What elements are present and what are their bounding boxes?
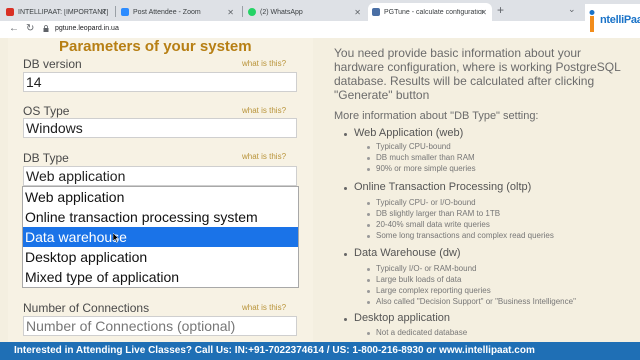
reload-icon[interactable]: ↻ (26, 23, 34, 34)
category-web: Web Application (web) (354, 127, 464, 139)
bullet-text: Not a dedicated database (376, 328, 468, 337)
logo-mark-icon (589, 10, 595, 32)
bullet-text: Typically CPU- or I/O-bound (376, 198, 476, 207)
connections-input[interactable]: Number of Connections (optional) (23, 316, 297, 336)
db-version-label: DB version (23, 57, 82, 71)
db-type-label: DB Type (23, 151, 69, 165)
close-icon[interactable]: ✕ (227, 8, 234, 17)
bullet (344, 187, 347, 190)
option-web-application[interactable]: Web application (23, 187, 298, 207)
category-oltp: Online Transaction Processing (oltp) (354, 181, 532, 193)
bullet (367, 290, 370, 293)
bullet-text: Typically I/O- or RAM-bound (376, 264, 477, 273)
bullet-text: 90% or more simple queries (376, 164, 476, 173)
close-icon[interactable]: ✕ (100, 8, 107, 17)
gmail-icon (6, 8, 14, 16)
db-version-select[interactable]: 14 (23, 72, 297, 92)
bullet (367, 224, 370, 227)
bullet (367, 332, 370, 335)
option-oltp[interactable]: Online transaction processing system (23, 207, 298, 227)
bullet (344, 253, 347, 256)
bullet-text: DB slightly larger than RAM to 1TB (376, 209, 501, 218)
category-dw: Data Warehouse (dw) (354, 247, 461, 259)
lock-icon (43, 25, 49, 32)
bullet (367, 301, 370, 304)
option-desktop-application[interactable]: Desktop application (23, 247, 298, 267)
bullet (367, 235, 370, 238)
option-data-warehouse[interactable]: Data warehouse (23, 227, 298, 247)
bullet-text: 20-40% small data write queries (376, 220, 490, 229)
bullet (344, 318, 347, 321)
tab-whatsapp[interactable]: (2) WhatsApp ✕ (244, 3, 366, 21)
tab-divider (115, 6, 116, 17)
bullet (367, 213, 370, 216)
form-heading: Parameters of your system (59, 38, 252, 55)
bullet (367, 168, 370, 171)
connections-label: Number of Connections (23, 301, 150, 315)
db-type-dropdown-list: Web application Online transaction proce… (22, 186, 299, 288)
mouse-cursor-icon (113, 233, 119, 243)
db-type-help-link[interactable]: what is this? (242, 152, 286, 161)
option-mixed-type[interactable]: Mixed type of application (23, 267, 298, 287)
bullet (367, 146, 370, 149)
tab-search-icon[interactable]: ⌄ (568, 4, 576, 15)
db-type-info-heading: More information about "DB Type" setting… (334, 110, 539, 122)
os-type-label: OS Type (23, 104, 70, 118)
os-type-help-link[interactable]: what is this? (242, 106, 286, 115)
close-icon[interactable]: ✕ (354, 8, 361, 17)
address-bar: ← ↻ pgtune.leopard.in.ua (0, 21, 640, 39)
category-desktop: Desktop application (354, 312, 451, 324)
bullet-text: Also called "Decision Support" or "Busin… (376, 297, 576, 306)
url-text[interactable]: pgtune.leopard.in.ua (55, 25, 119, 32)
bullet-text: DB much smaller than RAM (376, 153, 475, 162)
bullet-text: Large bulk loads of data (376, 275, 462, 284)
browser-tab-strip: INTELLIPAAT: [IMPORTANT] Post ✕ Post Att… (0, 0, 640, 21)
close-icon[interactable]: ✕ (480, 8, 487, 17)
bullet (367, 279, 370, 282)
whatsapp-icon (248, 8, 256, 16)
pgtune-icon (372, 8, 380, 16)
tab-divider (242, 6, 243, 17)
zoom-icon (121, 8, 129, 16)
tab-zoom[interactable]: Post Attendee - Zoom ✕ (117, 3, 239, 21)
tab-pgtune[interactable]: PGTune - calculate configuration ✕ (368, 3, 492, 21)
db-type-select[interactable]: Web application (23, 166, 297, 186)
bullet (344, 133, 347, 136)
connections-help-link[interactable]: what is this? (242, 303, 286, 312)
bullet (367, 157, 370, 160)
os-type-select[interactable]: Windows (23, 118, 297, 138)
bullet-text: Typically CPU-bound (376, 142, 451, 151)
bullet (367, 268, 370, 271)
page-content: Parameters of your system DB version wha… (0, 38, 640, 342)
bullet-text: Some long transactions and complex read … (376, 231, 554, 240)
tab-intellipaat[interactable]: INTELLIPAAT: [IMPORTANT] Post ✕ (2, 3, 112, 21)
bullet (367, 202, 370, 205)
intellipaat-logo: ntelliPaat (585, 4, 640, 38)
new-tab-button[interactable]: + (497, 3, 504, 17)
db-version-help-link[interactable]: what is this? (242, 59, 286, 68)
back-arrow-icon[interactable]: ← (9, 23, 19, 34)
promo-banner[interactable]: Interested in Attending Live Classes? Ca… (0, 342, 640, 360)
intro-text: You need provide basic information about… (334, 46, 621, 102)
bullet-text: Large complex reporting queries (376, 286, 491, 295)
